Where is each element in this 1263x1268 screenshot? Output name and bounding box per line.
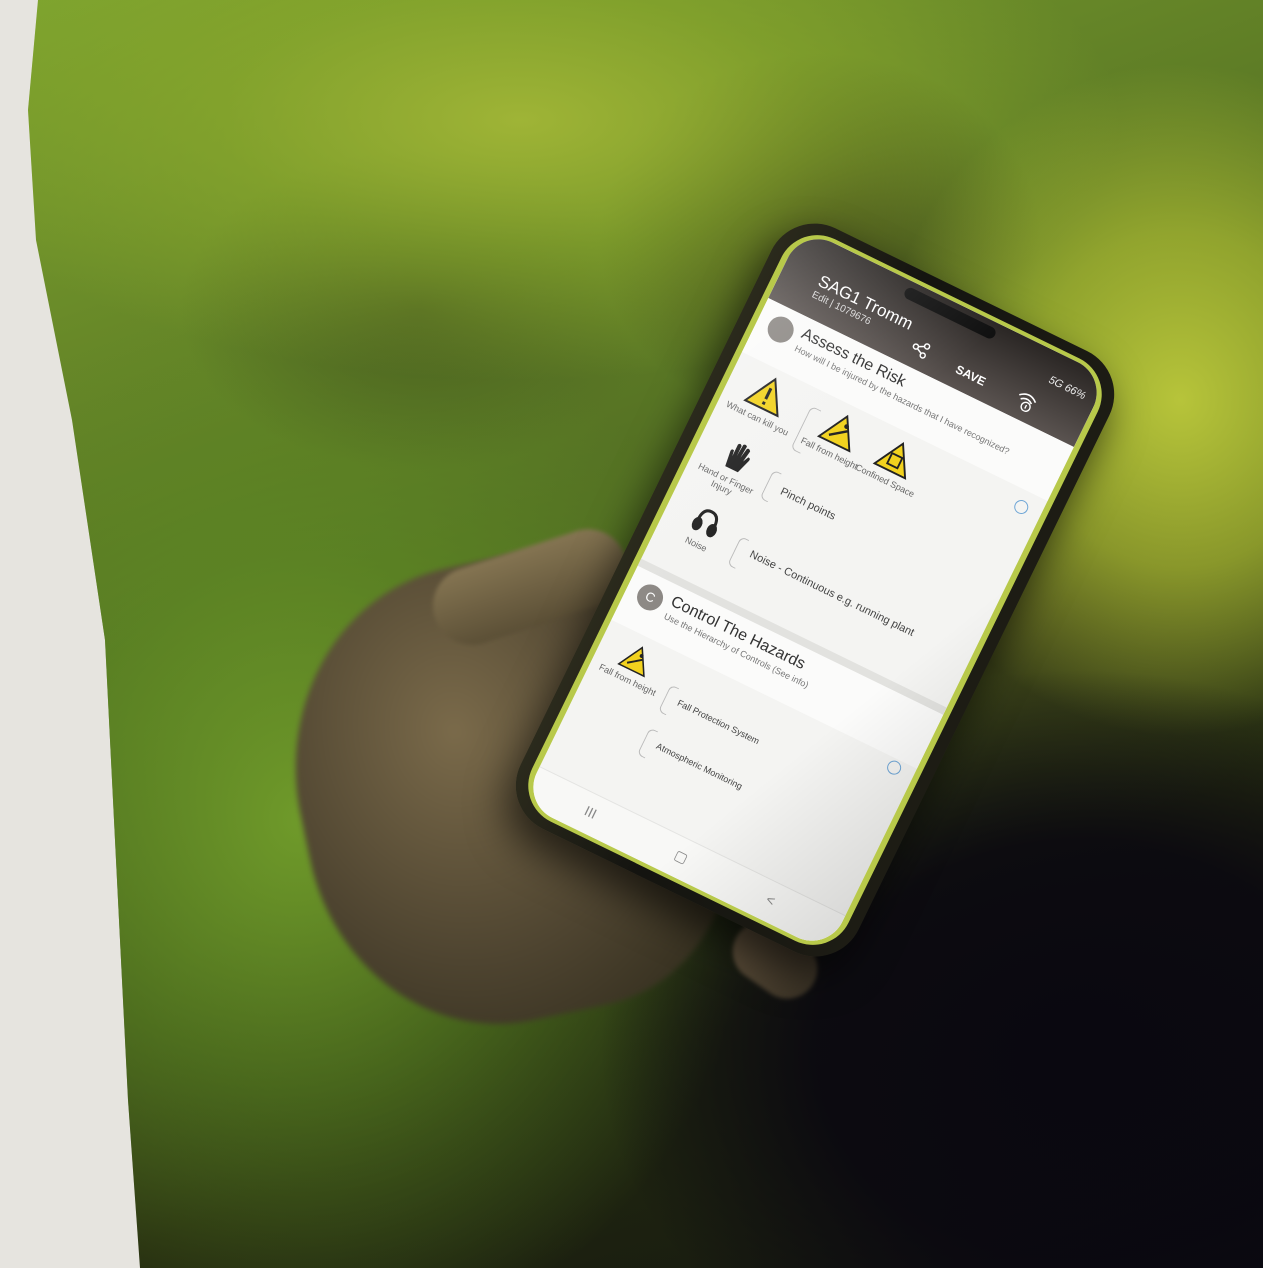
control-item[interactable]: Fall Protection System [676, 698, 761, 746]
connector-line [636, 727, 659, 759]
smartphone: 5G 66% SAG1 Tromm Edit | 1079676 SAVE As… [499, 207, 1131, 973]
hazard-item[interactable]: Pinch points [778, 486, 837, 523]
connector-line [727, 536, 750, 569]
share-icon[interactable] [908, 337, 932, 361]
section-badge: C [632, 580, 668, 615]
home-button[interactable]: ▢ [671, 846, 691, 867]
photo-scene: 5G 66% SAG1 Tromm Edit | 1079676 SAVE As… [0, 0, 1263, 1268]
info-icon[interactable] [1011, 497, 1031, 517]
save-button[interactable]: SAVE [953, 362, 988, 389]
connector-line [759, 469, 782, 503]
section-badge [763, 312, 799, 347]
connector-line [657, 684, 680, 716]
back-button[interactable]: < [764, 891, 778, 909]
recents-button[interactable]: III [582, 802, 600, 821]
control-item[interactable]: Atmospheric Monitoring [655, 741, 744, 791]
cloud-sync-icon[interactable] [1012, 388, 1041, 416]
blurred-background-photo: 5G 66% SAG1 Tromm Edit | 1079676 SAVE As… [28, 0, 1263, 1268]
status-bar: 5G 66% [1046, 373, 1088, 403]
